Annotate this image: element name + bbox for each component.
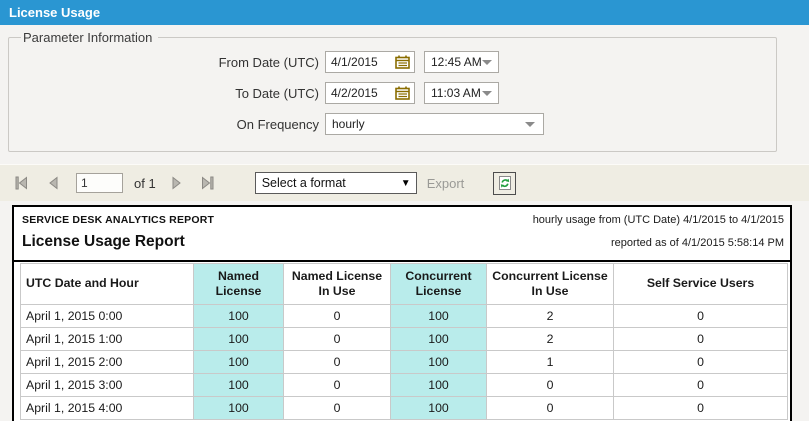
report-table-wrap: UTC Date and HourNamed LicenseNamed Lice… <box>14 262 790 420</box>
column-header: Named License In Use <box>284 264 391 305</box>
table-cell: 100 <box>194 328 284 351</box>
column-header: Concurrent License In Use <box>487 264 614 305</box>
table-cell: 2 <box>487 305 614 328</box>
table-cell: April 1, 2015 2:00 <box>21 351 194 374</box>
table-cell: 0 <box>284 328 391 351</box>
format-select-value: Select a format <box>262 176 346 190</box>
report-frame: SERVICE DESK ANALYTICS REPORT hourly usa… <box>12 205 792 421</box>
table-header-row: UTC Date and HourNamed LicenseNamed Lice… <box>21 264 788 305</box>
window-title-bar: License Usage <box>0 0 809 25</box>
frequency-label: On Frequency <box>9 117 325 132</box>
table-cell: April 1, 2015 0:00 <box>21 305 194 328</box>
report-title: License Usage Report <box>22 233 185 251</box>
page-title: License Usage <box>9 5 100 20</box>
column-header: Concurrent License <box>391 264 487 305</box>
report-timestamp: reported as of 4/1/2015 5:58:14 PM <box>611 237 784 249</box>
to-time-value: 11:03 AM <box>431 86 481 100</box>
export-button[interactable]: Export <box>427 176 465 191</box>
table-cell: 0 <box>284 305 391 328</box>
table-row: April 1, 2015 2:00100010010 <box>21 351 788 374</box>
to-date-row: To Date (UTC) 4/2/2015 <box>9 82 776 104</box>
table-cell: 0 <box>614 397 788 420</box>
table-cell: 0 <box>614 351 788 374</box>
refresh-icon <box>497 175 513 191</box>
from-date-row: From Date (UTC) 4/1/2015 <box>9 51 776 73</box>
table-cell: 1 <box>487 351 614 374</box>
format-select[interactable]: Select a format ▼ <box>255 172 417 194</box>
chevron-down-icon <box>482 91 492 96</box>
column-header: UTC Date and Hour <box>21 264 194 305</box>
parameter-fieldset: Parameter Information From Date (UTC) 4/… <box>8 30 777 152</box>
table-cell: April 1, 2015 3:00 <box>21 374 194 397</box>
table-cell: 100 <box>194 351 284 374</box>
table-cell: 0 <box>284 397 391 420</box>
table-body: April 1, 2015 0:00100010020April 1, 2015… <box>21 305 788 420</box>
parameter-legend: Parameter Information <box>21 30 158 45</box>
calendar-icon[interactable] <box>395 86 410 100</box>
table-cell: 100 <box>391 397 487 420</box>
table-cell: 100 <box>194 305 284 328</box>
first-page-icon[interactable] <box>13 175 30 191</box>
table-cell: 100 <box>391 374 487 397</box>
frequency-row: On Frequency hourly <box>9 113 776 135</box>
from-date-value: 4/1/2015 <box>331 55 378 69</box>
refresh-button[interactable] <box>493 172 516 195</box>
chevron-down-icon <box>525 122 535 127</box>
to-date-input[interactable]: 4/2/2015 <box>325 82 415 104</box>
column-header: Named License <box>194 264 284 305</box>
report-kicker: SERVICE DESK ANALYTICS REPORT <box>22 214 214 226</box>
report-header: SERVICE DESK ANALYTICS REPORT hourly usa… <box>14 207 790 260</box>
table-cell: April 1, 2015 4:00 <box>21 397 194 420</box>
to-date-value: 4/2/2015 <box>331 86 378 100</box>
from-time-value: 12:45 AM <box>431 55 482 69</box>
chevron-down-icon: ▼ <box>401 178 411 189</box>
table-cell: 100 <box>391 305 487 328</box>
column-header: Self Service Users <box>614 264 788 305</box>
to-time-select[interactable]: 11:03 AM <box>424 82 499 104</box>
frequency-value: hourly <box>332 117 365 131</box>
table-cell: April 1, 2015 1:00 <box>21 328 194 351</box>
to-date-label: To Date (UTC) <box>9 86 325 101</box>
table-cell: 0 <box>284 351 391 374</box>
table-cell: 0 <box>487 397 614 420</box>
table-cell: 100 <box>194 397 284 420</box>
prev-page-icon[interactable] <box>45 175 62 191</box>
frequency-select[interactable]: hourly <box>325 113 544 135</box>
calendar-icon[interactable] <box>395 55 410 69</box>
page-count-label: of 1 <box>134 176 156 191</box>
table-cell: 0 <box>284 374 391 397</box>
chevron-down-icon <box>482 60 492 65</box>
table-cell: 0 <box>614 305 788 328</box>
table-cell: 100 <box>194 374 284 397</box>
table-cell: 0 <box>614 328 788 351</box>
from-time-select[interactable]: 12:45 AM <box>424 51 499 73</box>
table-cell: 100 <box>391 328 487 351</box>
next-page-icon[interactable] <box>168 175 185 191</box>
table-row: April 1, 2015 4:00100010000 <box>21 397 788 420</box>
last-page-icon[interactable] <box>199 175 216 191</box>
from-date-label: From Date (UTC) <box>9 55 325 70</box>
table-row: April 1, 2015 1:00100010020 <box>21 328 788 351</box>
table-row: April 1, 2015 3:00100010000 <box>21 374 788 397</box>
table-cell: 2 <box>487 328 614 351</box>
table-head: UTC Date and HourNamed LicenseNamed Lice… <box>21 264 788 305</box>
from-date-input[interactable]: 4/1/2015 <box>325 51 415 73</box>
table-cell: 100 <box>391 351 487 374</box>
table-row: April 1, 2015 0:00100010020 <box>21 305 788 328</box>
report-range-text: hourly usage from (UTC Date) 4/1/2015 to… <box>533 214 784 226</box>
parameter-section: Parameter Information From Date (UTC) 4/… <box>0 25 809 163</box>
page-number-input[interactable] <box>76 173 123 193</box>
table-cell: 0 <box>487 374 614 397</box>
page: License Usage Parameter Information From… <box>0 0 809 421</box>
report-toolbar: of 1 Select a format ▼ Export <box>0 164 809 201</box>
usage-table: UTC Date and HourNamed LicenseNamed Lice… <box>20 263 788 420</box>
table-cell: 0 <box>614 374 788 397</box>
